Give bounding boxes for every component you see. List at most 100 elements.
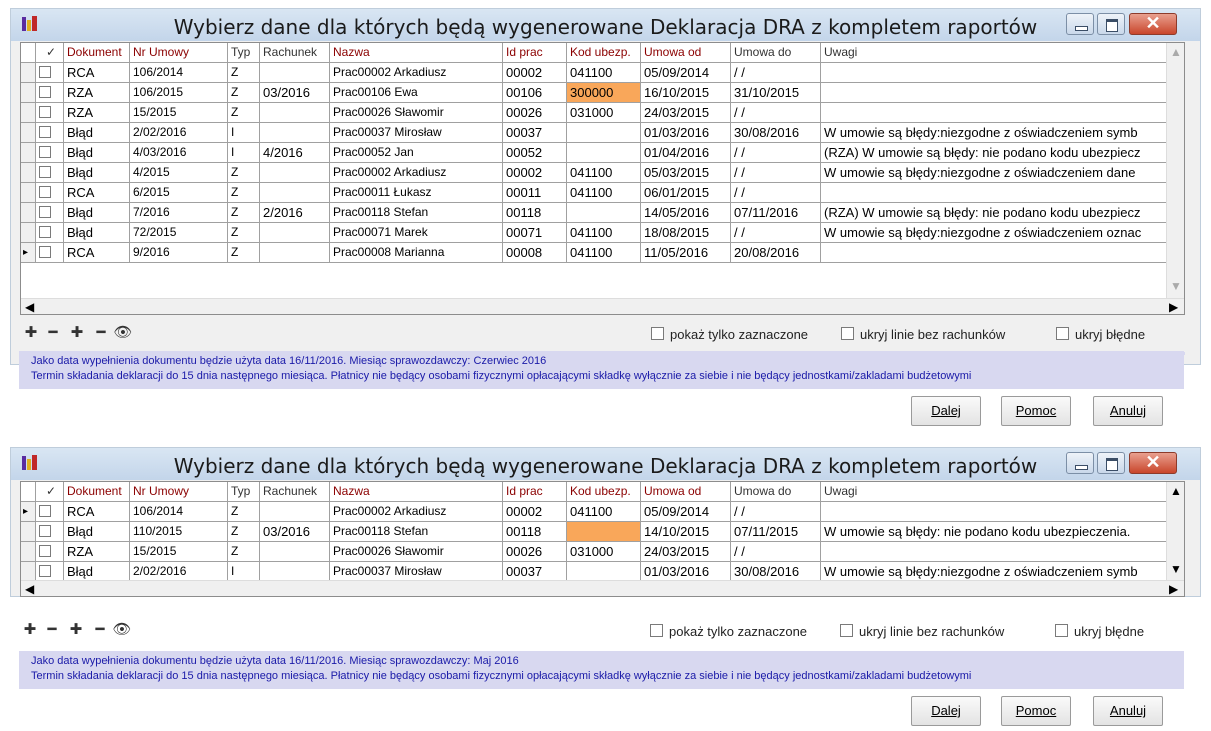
row-checkbox[interactable] (36, 562, 64, 582)
table-row[interactable]: Błąd 2/02/2016 I Prac00037 Mirosław 00037 01/… (21, 123, 1184, 143)
col-kod-ubezp[interactable]: Kod ubezp. (567, 43, 641, 63)
col-rachunek[interactable]: Rachunek (260, 482, 330, 502)
next-button[interactable]: Dalej (911, 696, 981, 726)
cell-kod-ubezp: 041100 (567, 63, 641, 83)
add-icon[interactable]: ✚ (19, 619, 41, 641)
col-kod-ubezp[interactable]: Kod ubezp. (567, 482, 641, 502)
add-all-icon[interactable]: ✚ (65, 619, 87, 641)
col-nazwa[interactable]: Nazwa (330, 43, 503, 63)
title-bar[interactable]: Wybierz dane dla których będą wygenerowa… (11, 448, 1200, 480)
row-checkbox[interactable] (36, 143, 64, 163)
cell-dokument: RZA (64, 103, 130, 123)
horizontal-scrollbar[interactable]: ◀ ▶ (21, 580, 1184, 596)
col-dokument[interactable]: Dokument (64, 43, 130, 63)
col-nr-umowy[interactable]: Nr Umowy (130, 482, 228, 502)
remove-icon[interactable]: ━ (42, 322, 64, 344)
col-uwagi[interactable]: Uwagi (821, 43, 1169, 63)
horizontal-scrollbar[interactable]: ◀ ▶ (21, 298, 1184, 314)
col-nazwa[interactable]: Nazwa (330, 482, 503, 502)
row-checkbox[interactable] (36, 243, 64, 263)
scroll-right-icon[interactable]: ▶ (1169, 582, 1178, 596)
table-row[interactable]: RZA 15/2015 Z Prac00026 Sławomir 00026 031000… (21, 542, 1184, 562)
col-dokument[interactable]: Dokument (64, 482, 130, 502)
row-checkbox[interactable] (36, 123, 64, 143)
row-checkbox[interactable] (36, 542, 64, 562)
table-row[interactable]: Błąd 72/2015 Z Prac00071 Marek 00071 041100 18… (21, 223, 1184, 243)
remove-all-icon[interactable]: ━ (90, 322, 112, 344)
table-row[interactable]: Błąd 4/2015 Z Prac00002 Arkadiusz 00002 04110… (21, 163, 1184, 183)
vertical-scrollbar[interactable]: ▲ ▼ (1166, 482, 1184, 580)
minimize-icon (1075, 26, 1088, 31)
col-id-prac[interactable]: Id prac (503, 43, 567, 63)
scroll-down-icon[interactable]: ▼ (1170, 562, 1182, 576)
col-umowa-do[interactable]: Umowa do (731, 43, 821, 63)
remove-icon[interactable]: ━ (41, 619, 63, 641)
col-umowa-od[interactable]: Umowa od (641, 43, 731, 63)
scroll-left-icon[interactable]: ◀ (25, 300, 34, 314)
show-selected-checkbox[interactable]: pokaż tylko zaznaczone (650, 624, 807, 639)
scroll-down-icon[interactable]: ▼ (1170, 279, 1182, 293)
scroll-up-icon[interactable]: ▲ (1170, 45, 1182, 59)
hide-errors-checkbox[interactable]: ukryj błędne (1056, 327, 1145, 342)
row-checkbox[interactable] (36, 183, 64, 203)
col-typ[interactable]: Typ (228, 482, 260, 502)
row-checkbox[interactable] (36, 163, 64, 183)
row-checkbox[interactable] (36, 502, 64, 522)
row-checkbox[interactable] (36, 223, 64, 243)
maximize-button[interactable] (1097, 13, 1125, 35)
row-checkbox[interactable] (36, 63, 64, 83)
contracts-grid[interactable]: ✓ Dokument Nr Umowy Typ Rachunek Nazwa I… (20, 481, 1185, 597)
minimize-button[interactable] (1066, 13, 1094, 35)
cell-umowa-do: / / (731, 143, 821, 163)
table-row[interactable]: RZA 106/2015 Z 03/2016 Prac00106 Ewa 00106 300… (21, 83, 1184, 103)
row-checkbox[interactable] (36, 203, 64, 223)
col-typ[interactable]: Typ (228, 43, 260, 63)
close-button[interactable]: ✕ (1129, 452, 1177, 474)
minimize-button[interactable] (1066, 452, 1094, 474)
col-umowa-od[interactable]: Umowa od (641, 482, 731, 502)
row-checkbox[interactable] (36, 83, 64, 103)
binoculars-icon[interactable]: 👁 (111, 619, 133, 641)
maximize-button[interactable] (1097, 452, 1125, 474)
cancel-button[interactable]: Anuluj (1093, 396, 1163, 426)
remove-all-icon[interactable]: ━ (89, 619, 111, 641)
table-row[interactable]: ▸ RCA 9/2016 Z Prac00008 Marianna 00008 041100… (21, 243, 1184, 263)
help-button[interactable]: Pomoc (1001, 696, 1071, 726)
col-umowa-do[interactable]: Umowa do (731, 482, 821, 502)
contracts-grid[interactable]: ✓ Dokument Nr Umowy Typ Rachunek Nazwa I… (20, 42, 1185, 315)
cancel-button[interactable]: Anuluj (1093, 696, 1163, 726)
table-row[interactable]: ▸ RCA 106/2014 Z Prac00002 Arkadiusz 00002 041… (21, 502, 1184, 522)
table-row[interactable]: Błąd 2/02/2016 I Prac00037 Mirosław 00037 01/… (21, 562, 1184, 582)
close-button[interactable]: ✕ (1129, 13, 1177, 35)
hide-errors-checkbox[interactable]: ukryj błędne (1055, 624, 1144, 639)
col-check[interactable]: ✓ (36, 482, 64, 502)
row-checkbox[interactable] (36, 103, 64, 123)
col-rachunek[interactable]: Rachunek (260, 43, 330, 63)
title-bar[interactable]: Wybierz dane dla których będą wygenerowa… (11, 9, 1200, 41)
scroll-up-icon[interactable]: ▲ (1170, 484, 1182, 498)
col-uwagi[interactable]: Uwagi (821, 482, 1169, 502)
table-row[interactable]: RCA 6/2015 Z Prac00011 Łukasz 00011 041100 06/… (21, 183, 1184, 203)
add-all-icon[interactable]: ✚ (66, 322, 88, 344)
table-row[interactable]: Błąd 7/2016 Z 2/2016 Prac00118 Stefan 00118 14… (21, 203, 1184, 223)
scroll-right-icon[interactable]: ▶ (1169, 300, 1178, 314)
vertical-scrollbar[interactable]: ▲ ▼ (1166, 43, 1184, 298)
add-icon[interactable]: ✚ (20, 322, 42, 344)
show-selected-checkbox[interactable]: pokaż tylko zaznaczone (651, 327, 808, 342)
row-checkbox[interactable] (36, 522, 64, 542)
col-check[interactable]: ✓ (36, 43, 64, 63)
binoculars-icon[interactable]: 👁 (112, 322, 134, 344)
help-button[interactable]: Pomoc (1001, 396, 1071, 426)
table-row[interactable]: Błąd 4/03/2016 I 4/2016 Prac00052 Jan 00052 01… (21, 143, 1184, 163)
table-row[interactable]: RCA 106/2014 Z Prac00002 Arkadiusz 00002 0411… (21, 63, 1184, 83)
hide-no-bill-checkbox[interactable]: ukryj linie bez rachunków (841, 327, 1005, 342)
next-button[interactable]: Dalej (911, 396, 981, 426)
col-nr-umowy[interactable]: Nr Umowy (130, 43, 228, 63)
table-row[interactable]: Błąd 110/2015 Z 03/2016 Prac00118 Stefan 0011… (21, 522, 1184, 542)
scroll-left-icon[interactable]: ◀ (25, 582, 34, 596)
cell-nr-umowy: 15/2015 (130, 103, 228, 123)
hide-no-bill-checkbox[interactable]: ukryj linie bez rachunków (840, 624, 1004, 639)
col-id-prac[interactable]: Id prac (503, 482, 567, 502)
table-row[interactable]: RZA 15/2015 Z Prac00026 Sławomir 00026 031000… (21, 103, 1184, 123)
cell-rachunek (260, 163, 330, 183)
